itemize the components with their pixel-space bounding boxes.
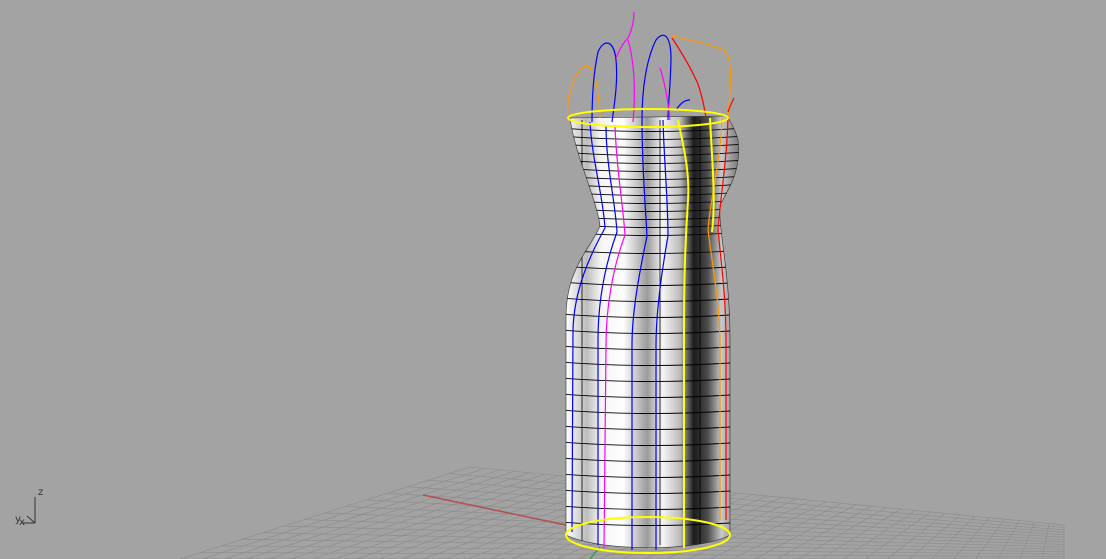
perspective-viewport[interactable]: z y x [0, 0, 1106, 559]
viewport-canvas[interactable] [0, 0, 1106, 559]
top-curves[interactable] [567, 11, 735, 123]
top-curve-blue-2[interactable] [641, 34, 672, 121]
top-curve-red[interactable] [671, 37, 707, 119]
axis-z-label: z [38, 487, 44, 498]
top-curve-orange-left[interactable] [567, 65, 601, 119]
top-curve-orange-right[interactable] [671, 35, 732, 119]
axis-x-label: x [19, 517, 25, 528]
axis-widget-y [26, 515, 36, 524]
top-curve-blue-short[interactable] [675, 99, 691, 111]
dress-surface[interactable] [560, 115, 745, 549]
